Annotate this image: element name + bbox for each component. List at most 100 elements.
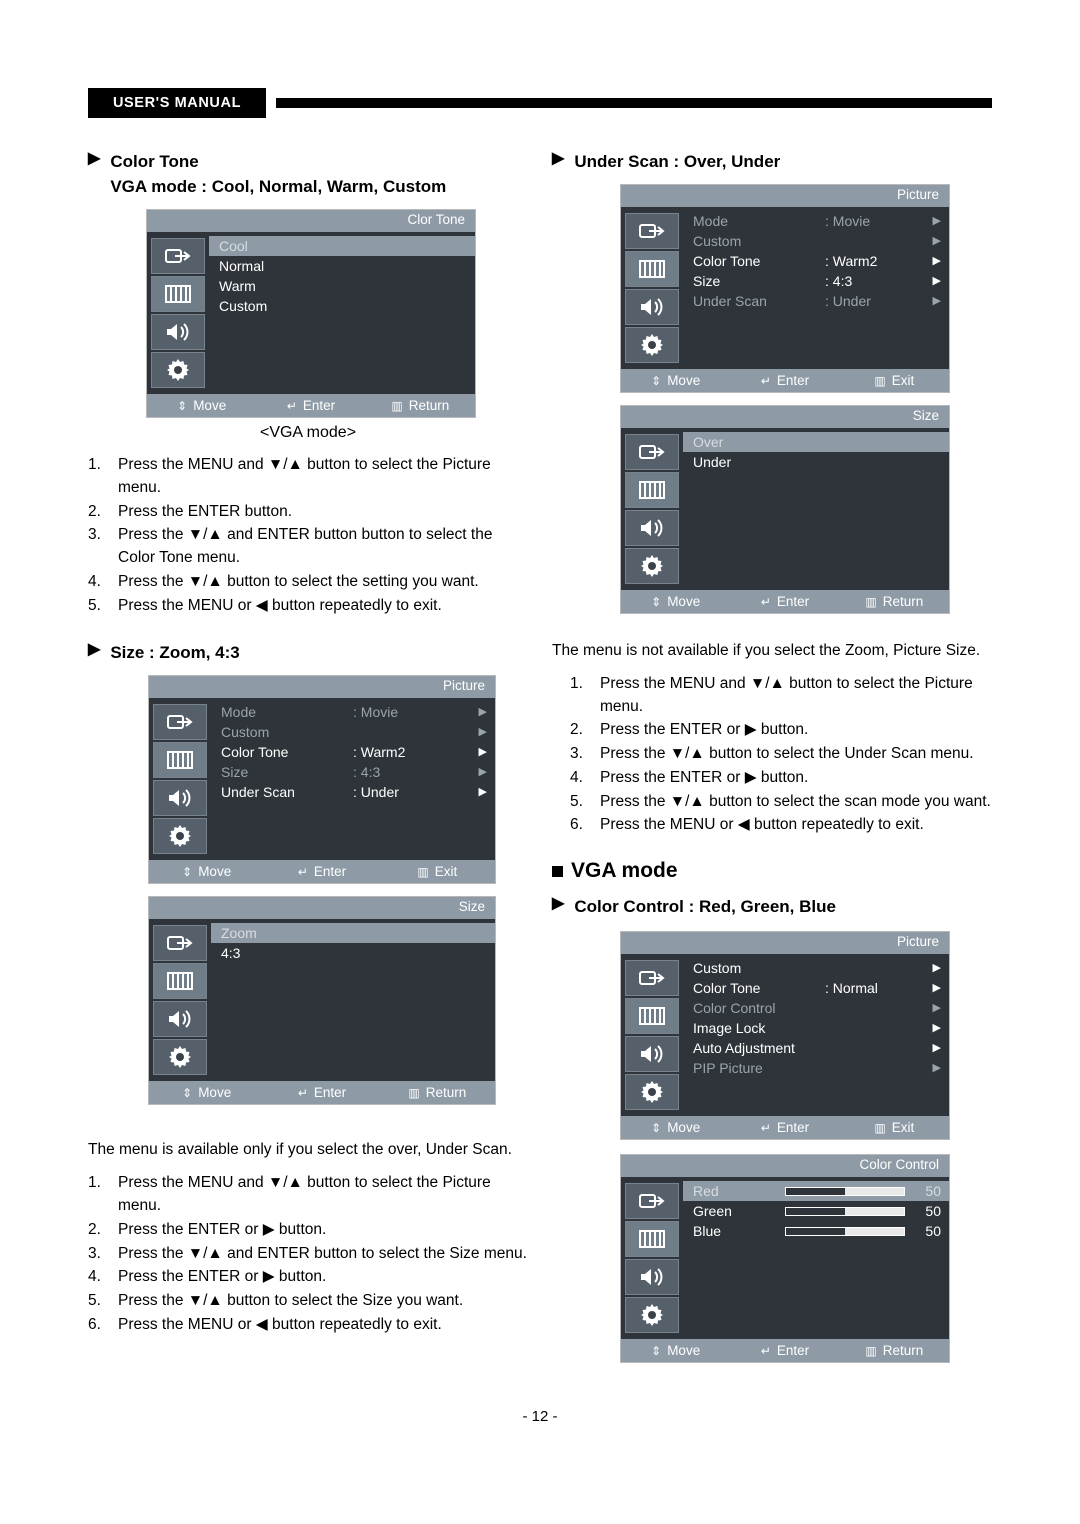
speaker-icon[interactable] — [625, 510, 679, 546]
slider-track[interactable] — [785, 1206, 905, 1216]
row-label: PIP Picture — [693, 1060, 763, 1077]
osd-row[interactable]: Image Lock ▶ — [683, 1018, 949, 1038]
speaker-icon[interactable] — [153, 1001, 207, 1038]
input-source-icon[interactable] — [625, 213, 679, 249]
gear-icon[interactable] — [151, 352, 205, 388]
osd-row[interactable]: PIP Picture ▶ — [683, 1058, 949, 1078]
osd-row[interactable]: Custom ▶ — [683, 958, 949, 978]
speaker-icon[interactable] — [625, 289, 679, 325]
row-value: : Under — [825, 293, 871, 309]
picture-icon[interactable] — [153, 742, 207, 779]
slider-value: 50 — [925, 1223, 941, 1240]
enter-icon: ↵ — [760, 1343, 771, 1358]
list-item[interactable]: Cool — [209, 236, 475, 256]
osd-icon-rail — [621, 428, 683, 590]
left-column: ▶ Color Tone VGA mode : Cool, Normal, Wa… — [88, 151, 528, 1347]
osd-row[interactable]: Under Scan: Under ▶ — [683, 291, 949, 311]
footer-move: ⇕ Move — [621, 373, 730, 388]
osd-picture-size: Picture Mode: Movie ▶ Custom ▶ Color Ton… — [148, 675, 496, 885]
footer-exit: ▥ Exit — [840, 373, 949, 388]
slider-label: Blue — [693, 1223, 722, 1240]
slider-row[interactable]: Red 50 — [683, 1181, 949, 1202]
list-item[interactable]: Normal — [209, 256, 475, 276]
input-source-icon[interactable] — [625, 434, 679, 470]
list-item[interactable]: Over — [683, 432, 949, 452]
slider-track[interactable] — [785, 1186, 905, 1196]
step-item: 2. Press the ENTER or ▶ button. — [88, 1219, 528, 1242]
picture-icon[interactable] — [151, 276, 205, 312]
speaker-icon[interactable] — [153, 780, 207, 817]
picture-icon[interactable] — [153, 963, 207, 1000]
chevron-right-icon: ▶ — [932, 962, 941, 975]
step-item: 3. Press the ▼/▲ button to select the Und… — [570, 743, 992, 766]
osd-row[interactable]: Custom ▶ — [683, 231, 949, 251]
osd-row[interactable]: Mode: Movie ▶ — [683, 211, 949, 231]
speaker-icon[interactable] — [625, 1036, 679, 1073]
gear-icon[interactable] — [153, 818, 207, 855]
return-icon: ▥ — [865, 594, 877, 609]
osd-row[interactable]: Color Control ▶ — [683, 998, 949, 1018]
osd-footer: ⇕ Move ↵ Enter ▥ Return — [147, 394, 475, 417]
picture-icon[interactable] — [625, 998, 679, 1035]
osd-row[interactable]: Color Tone: Warm2 ▶ — [211, 742, 495, 762]
osd-caption: <VGA mode> — [259, 424, 357, 441]
gear-icon[interactable] — [625, 1297, 679, 1334]
osd-row[interactable]: Size: 4:3 ▶ — [211, 762, 495, 782]
osd-row[interactable]: Auto Adjustment ▶ — [683, 1038, 949, 1058]
row-label: Color Control — [693, 1000, 776, 1017]
gear-icon[interactable] — [625, 548, 679, 584]
gear-icon[interactable] — [625, 327, 679, 363]
step-number: 1. — [570, 674, 583, 692]
osd-rows: Mode: Movie ▶ Custom ▶ Color Tone: Warm2 ▶ … — [211, 698, 495, 860]
list-item[interactable]: Custom — [209, 296, 475, 316]
note-under-scan: The menu is not available if you select … — [552, 642, 981, 659]
osd-row[interactable]: Mode: Movie ▶ — [211, 702, 495, 722]
up-down-arrow-icon: ⇕ — [651, 373, 662, 388]
list-item[interactable]: Zoom — [211, 923, 495, 944]
section-title: Color Control : Red, Green, Blue — [574, 897, 836, 917]
input-source-icon[interactable] — [153, 925, 207, 962]
slider-row[interactable]: Green 50 — [683, 1201, 949, 1221]
speaker-icon[interactable] — [151, 314, 205, 350]
chevron-right-icon: ▶ — [478, 786, 487, 799]
input-source-icon[interactable] — [625, 960, 679, 997]
footer-label: Return — [882, 594, 924, 609]
list-item[interactable]: Warm — [209, 276, 475, 296]
step-text: Press the ENTER button. — [118, 502, 293, 520]
enter-icon: ↵ — [760, 594, 771, 609]
up-down-arrow-icon: ⇕ — [177, 398, 188, 413]
step-text: Press the ENTER or ▶ button. — [600, 768, 809, 786]
input-source-icon[interactable] — [153, 704, 207, 741]
list-item[interactable]: Under — [683, 452, 949, 472]
list-item[interactable]: 4:3 — [211, 943, 495, 963]
osd-row[interactable]: Color Tone: Normal ▶ — [683, 978, 949, 998]
step-item: 3. Press the ▼/▲ and ENTER button to sele… — [88, 1243, 528, 1266]
osd-body: Cool Normal Warm Custom — [147, 232, 475, 394]
gear-icon[interactable] — [153, 1039, 207, 1076]
footer-label: Enter — [313, 1085, 347, 1101]
osd-row[interactable]: Color Tone: Warm2 ▶ — [683, 251, 949, 271]
osd-row[interactable]: Size: 4:3 ▶ — [683, 271, 949, 291]
footer-label: Exit — [434, 864, 458, 880]
input-source-icon[interactable] — [151, 238, 205, 274]
osd-title: Size — [149, 897, 495, 920]
gear-icon[interactable] — [625, 1074, 679, 1111]
return-icon: ▥ — [865, 1343, 877, 1358]
picture-icon[interactable] — [625, 251, 679, 287]
osd-row[interactable]: Custom ▶ — [211, 722, 495, 742]
step-item: 5. Press the ▼/▲ button to select the Siz… — [88, 1290, 528, 1313]
step-number: 5. — [88, 596, 101, 614]
speaker-icon[interactable] — [625, 1259, 679, 1296]
row-label: Image Lock — [693, 1020, 766, 1037]
osd-title: Size — [621, 406, 949, 428]
footer-return: ▥ Return — [380, 1085, 495, 1100]
enter-icon: ↵ — [760, 1120, 771, 1135]
picture-icon[interactable] — [625, 1221, 679, 1258]
step-item: 5. Press the ▼/▲ button to select the sca… — [570, 791, 992, 814]
chevron-right-icon: ▶ — [932, 1002, 941, 1015]
picture-icon[interactable] — [625, 472, 679, 508]
input-source-icon[interactable] — [625, 1183, 679, 1220]
slider-track[interactable] — [785, 1226, 905, 1236]
osd-row[interactable]: Under Scan: Under ▶ — [211, 782, 495, 802]
slider-row[interactable]: Blue 50 — [683, 1221, 949, 1241]
